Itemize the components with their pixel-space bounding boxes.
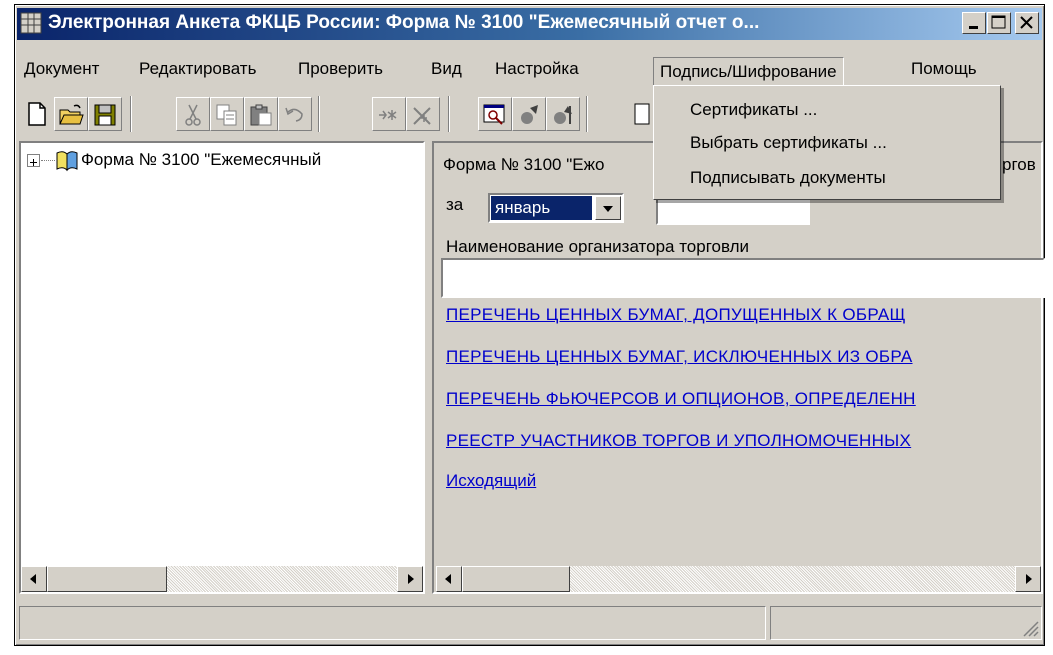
menu-signature-encryption[interactable]: Подпись/Шифрование <box>653 57 844 87</box>
form-scroll-thumb[interactable] <box>462 566 570 592</box>
find-icon <box>483 104 505 125</box>
plus-icon <box>30 159 37 166</box>
toolbar-separator <box>318 96 320 132</box>
period-label: за <box>446 195 464 214</box>
link-admitted-securities[interactable]: ПЕРЕЧЕНЬ ЦЕННЫХ БУМАГ, ДОПУЩЕННЫХ К ОБРА… <box>446 305 906 325</box>
link-participants-registry[interactable]: РЕЕСТР УЧАСТНИКОВ ТОРГОВ И УПОЛНОМОЧЕННЫ… <box>446 431 911 451</box>
toolbar-separator <box>130 96 132 132</box>
paste-icon <box>250 104 272 126</box>
menu-edit[interactable]: Редактировать <box>139 54 256 84</box>
menu-item-certificates[interactable]: Сертификаты ... <box>690 95 817 125</box>
window-title: Электронная Анкета ФКЦБ России: Форма № … <box>48 12 760 33</box>
arrow-right-icon <box>408 574 414 584</box>
open-button[interactable] <box>54 97 88 131</box>
chevron-down-icon <box>603 206 613 212</box>
close-button[interactable] <box>1015 12 1039 34</box>
save-icon <box>94 104 116 126</box>
paste-button[interactable] <box>244 97 278 131</box>
arrow-left-icon <box>445 574 451 584</box>
copy-icon <box>216 104 237 126</box>
menu-check[interactable]: Проверить <box>298 54 383 84</box>
link-futures-options[interactable]: ПЕРЕЧЕНЬ ФЬЮЧЕРСОВ И ОПЦИОНОВ, ОПРЕДЕЛЕН… <box>446 389 916 409</box>
menu-document[interactable]: Документ <box>24 54 99 84</box>
form-header-tail: ргов <box>1002 155 1036 174</box>
organizer-name-input[interactable] <box>441 258 1045 298</box>
status-bar <box>19 606 766 640</box>
organizer-name-label: Наименование организатора торговли <box>446 237 750 256</box>
maximize-button[interactable] <box>987 12 1011 34</box>
menu-settings[interactable]: Настройка <box>495 54 579 84</box>
status-bar-panel <box>770 606 1042 640</box>
tree-connector <box>41 160 55 161</box>
arrow-right-icon <box>1026 574 1032 584</box>
app-icon <box>19 11 43 35</box>
check-forward-icon <box>521 105 538 124</box>
check-back-button[interactable] <box>546 97 580 131</box>
document-tree[interactable] <box>19 141 425 594</box>
toolbar-separator <box>586 96 588 132</box>
page-button[interactable] <box>630 97 652 131</box>
check-forward-button[interactable] <box>512 97 546 131</box>
menu-view[interactable]: Вид <box>431 54 462 84</box>
cut-icon <box>185 104 201 126</box>
arrow-left-icon <box>30 574 36 584</box>
new-document-icon <box>28 102 46 126</box>
undo-button[interactable] <box>278 97 312 131</box>
link-excluded-securities[interactable]: ПЕРЕЧЕНЬ ЦЕННЫХ БУМАГ, ИСКЛЮЧЕННЫХ ИЗ ОБ… <box>446 347 913 367</box>
month-select-value[interactable]: январь <box>491 196 592 220</box>
new-button[interactable] <box>20 97 54 131</box>
menu-item-select-certificates[interactable]: Выбрать сертификаты ... <box>690 128 887 158</box>
insert-row-icon <box>379 110 397 120</box>
month-dropdown-button[interactable] <box>595 196 621 220</box>
book-icon <box>54 146 80 172</box>
cut-button[interactable] <box>176 97 210 131</box>
form-scroll-left-button[interactable] <box>436 566 462 592</box>
link-outgoing[interactable]: Исходящий <box>446 471 536 491</box>
menu-item-sign-documents[interactable]: Подписывать документы <box>690 163 886 193</box>
find-button[interactable] <box>478 97 512 131</box>
copy-button[interactable] <box>210 97 244 131</box>
check-back-icon <box>554 106 572 124</box>
close-icon <box>1020 16 1033 29</box>
minimize-button[interactable] <box>962 12 986 34</box>
form-header: Форма № 3100 "Ежо <box>443 155 605 174</box>
save-button[interactable] <box>88 97 122 131</box>
resize-grip-icon[interactable] <box>1018 616 1040 638</box>
maximize-icon <box>991 15 1006 29</box>
minimize-icon <box>969 26 978 29</box>
tree-expand-button[interactable] <box>27 154 40 167</box>
undo-icon <box>285 107 303 122</box>
toolbar-separator <box>448 96 450 132</box>
tree-item-form-3100[interactable]: Форма № 3100 "Ежемесячный <box>81 146 423 174</box>
insert-row-button[interactable] <box>372 97 406 131</box>
open-folder-icon <box>59 104 84 125</box>
page-icon <box>634 103 650 125</box>
tree-scroll-thumb[interactable] <box>47 566 167 592</box>
form-scroll-right-button[interactable] <box>1015 566 1041 592</box>
menu-help[interactable]: Помощь <box>911 54 977 84</box>
delete-row-icon <box>413 107 431 125</box>
delete-row-button[interactable] <box>406 97 440 131</box>
tree-scroll-right-button[interactable] <box>397 566 423 592</box>
tree-scroll-left-button[interactable] <box>21 566 47 592</box>
